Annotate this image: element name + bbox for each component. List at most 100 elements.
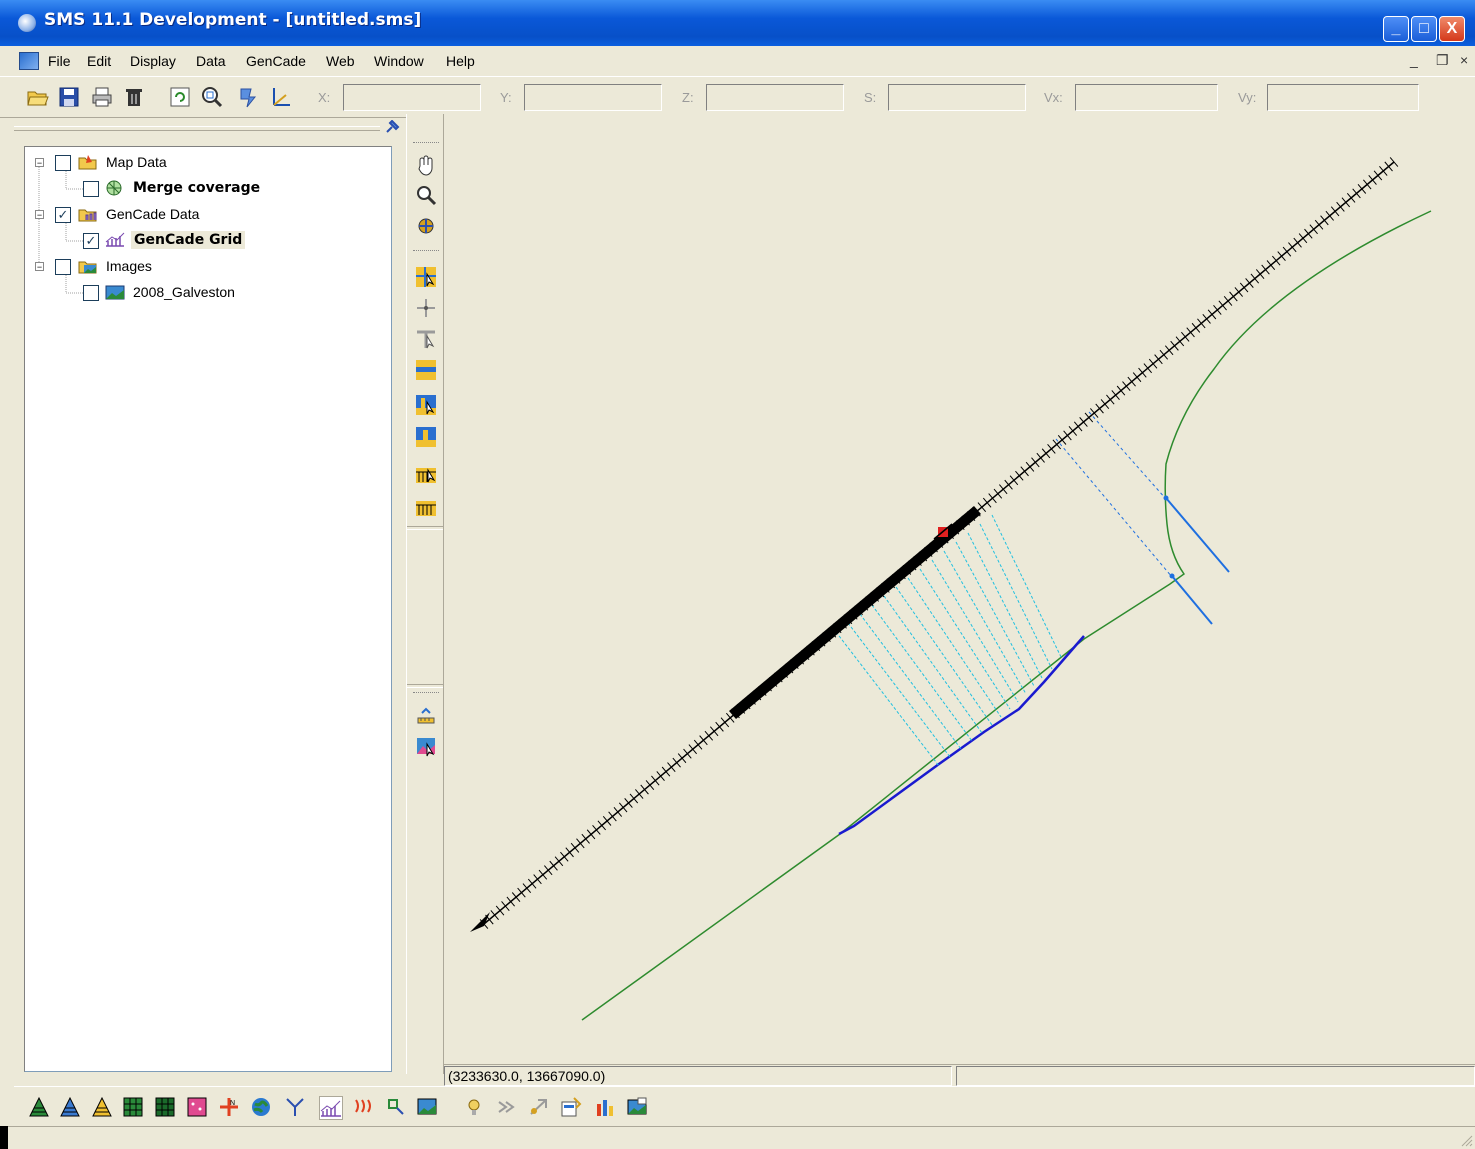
select-image-icon[interactable] xyxy=(415,736,437,758)
light-icon[interactable] xyxy=(463,1096,485,1118)
menu-display[interactable]: Display xyxy=(130,53,176,69)
tree-item-map-data[interactable]: − Map Data xyxy=(25,153,385,175)
close-button[interactable]: X xyxy=(1439,16,1465,42)
create-seawall-icon[interactable] xyxy=(415,495,437,517)
print-icon[interactable] xyxy=(90,85,114,109)
pan-icon[interactable] xyxy=(415,154,437,176)
select-cell-icon[interactable] xyxy=(415,297,437,319)
s-field[interactable] xyxy=(888,84,1026,111)
collapse-icon[interactable]: − xyxy=(35,210,44,220)
particle-module-icon[interactable] xyxy=(284,1096,306,1118)
select-jetty-icon[interactable] xyxy=(415,394,437,416)
scatter-module-icon[interactable] xyxy=(186,1096,208,1118)
rotate-view-icon[interactable] xyxy=(415,215,437,237)
gencade-grid-checkbox[interactable]: ✓ xyxy=(83,233,99,249)
module-toolbar: N xyxy=(14,1086,1475,1126)
cartesian-grid-2-icon[interactable] xyxy=(154,1096,176,1118)
structure-transects xyxy=(1055,411,1173,578)
images-checkbox[interactable] xyxy=(55,259,71,275)
x-field[interactable] xyxy=(343,84,481,111)
pin-icon[interactable] xyxy=(384,120,400,134)
collapse-icon[interactable]: − xyxy=(35,158,44,168)
minimize-button[interactable]: _ xyxy=(1383,16,1409,42)
gis-module-icon[interactable] xyxy=(250,1096,272,1118)
palette-grip xyxy=(413,142,439,145)
create-jetty-icon[interactable] xyxy=(415,426,437,448)
gencade-data-checkbox[interactable]: ✓ xyxy=(55,207,71,223)
zoom-icon[interactable] xyxy=(415,184,437,206)
gencade-grid-display[interactable] xyxy=(444,114,1475,1064)
delete-icon[interactable] xyxy=(122,85,146,109)
graphics-canvas[interactable] xyxy=(444,114,1475,1064)
s-label: S: xyxy=(864,90,877,105)
mesh-module-icon[interactable] xyxy=(28,1096,50,1118)
collapse-icon[interactable]: − xyxy=(35,262,44,272)
tree-item-merge-coverage[interactable]: Merge coverage xyxy=(25,179,385,201)
1d-grid-module-icon[interactable] xyxy=(385,1096,407,1118)
axes-icon[interactable] xyxy=(268,85,292,109)
transects xyxy=(835,514,1063,767)
structure-node xyxy=(1169,573,1175,579)
z-field[interactable] xyxy=(706,84,844,111)
plot-wizard-icon[interactable] xyxy=(594,1096,616,1118)
menu-window[interactable]: Window xyxy=(374,53,424,69)
y-label: Y: xyxy=(500,90,512,105)
create-shoreline-icon[interactable] xyxy=(415,359,437,381)
tree-item-gencade-data[interactable]: − ✓ GenCade Data xyxy=(25,205,385,227)
mdi-close-button[interactable]: × xyxy=(1460,52,1468,68)
structure-node xyxy=(1163,495,1169,501)
gencade-module-icon[interactable] xyxy=(319,1096,343,1120)
menu-bar: File Edit Display Data GenCade Web Windo… xyxy=(0,48,1475,74)
menu-gencade[interactable]: GenCade xyxy=(246,53,306,69)
y-field[interactable] xyxy=(524,84,662,111)
mdi-minimize-button[interactable]: _ xyxy=(1410,52,1418,68)
mesh-module-3-icon[interactable] xyxy=(91,1096,113,1118)
vy-field[interactable] xyxy=(1267,84,1419,111)
raster-module-icon[interactable] xyxy=(416,1096,438,1118)
menu-edit[interactable]: Edit xyxy=(87,53,111,69)
cartesian-grid-icon[interactable] xyxy=(122,1096,144,1118)
select-structure-icon[interactable] xyxy=(415,328,437,350)
status-cell-secondary xyxy=(956,1066,1475,1086)
menu-file[interactable]: File xyxy=(48,53,71,69)
maximize-button[interactable]: □ xyxy=(1411,16,1437,42)
refresh-icon[interactable] xyxy=(168,85,192,109)
save-icon[interactable] xyxy=(57,85,81,109)
tree-item-2008-galveston[interactable]: 2008_Galveston xyxy=(25,283,385,305)
measure-icon[interactable] xyxy=(415,704,437,726)
map-module-icon[interactable]: N xyxy=(218,1096,240,1118)
contour-options-icon[interactable] xyxy=(496,1096,518,1118)
mesh-module-2-icon[interactable] xyxy=(59,1096,81,1118)
select-grid-icon[interactable] xyxy=(415,266,437,288)
main-toolbar: X: Y: Z: S: Vx: Vy: xyxy=(0,76,1475,118)
galveston-checkbox[interactable] xyxy=(83,285,99,301)
map-data-checkbox[interactable] xyxy=(55,155,71,171)
select-seawall-icon[interactable] xyxy=(415,462,437,484)
open-folder-icon[interactable] xyxy=(26,85,50,109)
menu-web[interactable]: Web xyxy=(326,53,355,69)
frame-zoom-icon[interactable] xyxy=(200,85,224,109)
document-icon[interactable] xyxy=(19,52,39,70)
display-options-icon[interactable] xyxy=(560,1096,582,1118)
menu-data[interactable]: Data xyxy=(196,53,226,69)
status-bar: (3233630.0, 13667090.0) xyxy=(444,1064,1475,1086)
menu-help[interactable]: Help xyxy=(446,53,475,69)
tree-item-label: GenCade Data xyxy=(106,206,200,222)
resize-grip-icon[interactable] xyxy=(1459,1133,1473,1147)
app-icon xyxy=(18,14,36,32)
tree-item-gencade-grid[interactable]: ✓ GenCade Grid xyxy=(25,231,385,253)
annotation-module-icon[interactable] xyxy=(353,1096,375,1118)
vx-field[interactable] xyxy=(1075,84,1218,111)
regional-shoreline-green xyxy=(581,210,1432,1021)
image-options-icon[interactable] xyxy=(626,1096,648,1118)
svg-text:N: N xyxy=(230,1100,235,1107)
palette-grip xyxy=(413,250,439,253)
rotate-icon[interactable] xyxy=(235,85,259,109)
window-status-bar xyxy=(0,1126,1475,1149)
merge-coverage-checkbox[interactable] xyxy=(83,181,99,197)
vector-options-icon[interactable] xyxy=(528,1096,550,1118)
mdi-restore-button[interactable]: ❐ xyxy=(1436,52,1449,69)
tree-item-images[interactable]: − Images xyxy=(25,257,385,279)
project-explorer-tree[interactable]: − Map Data Merge coverage − ✓ GenCade Da… xyxy=(24,146,392,1072)
gencade-grid-icon xyxy=(105,232,125,247)
